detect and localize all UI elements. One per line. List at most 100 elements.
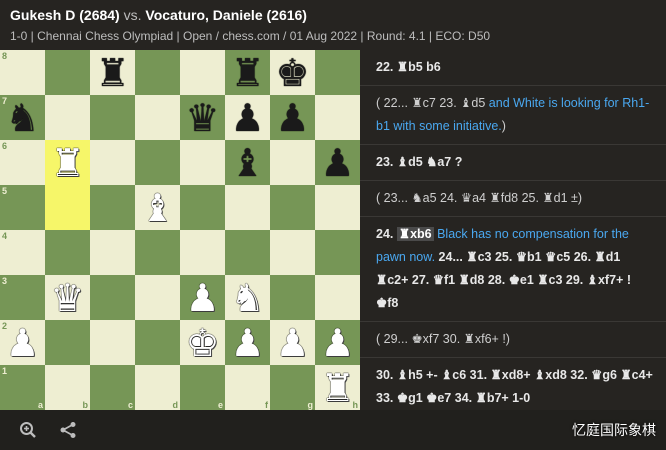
move-text[interactable]: e1 [520,273,537,287]
square-c2[interactable] [90,320,135,365]
square-d2[interactable] [135,320,180,365]
square-c4[interactable] [90,230,135,275]
move-text[interactable]: f1 [444,273,459,287]
move-text[interactable]: ♛ [545,250,556,264]
square-c6[interactable] [90,140,135,185]
move-text[interactable]: ♝ [460,96,471,110]
move-text[interactable]: ♚ [397,391,408,405]
square-f8[interactable]: ♜ [225,50,270,95]
move-text[interactable]: c5 26. [556,250,594,264]
square-e3[interactable]: ♟ [180,275,225,320]
move-text[interactable]: ♝ [534,368,545,382]
black-rook-icon[interactable]: ♜ [95,54,129,92]
square-g8[interactable]: ♚ [270,50,315,95]
square-b1[interactable]: b [45,365,90,410]
move-text[interactable]: d1 ±) [554,191,582,205]
square-c5[interactable] [90,185,135,230]
square-f3[interactable]: ♞ [225,275,270,320]
black-knight-icon[interactable]: ♞ [5,99,39,137]
move-text[interactable]: a7 ? [437,155,462,169]
square-a4[interactable]: 4 [0,230,45,275]
black-pawn-icon[interactable]: ♟ [230,99,264,137]
move-text[interactable]: ♚ [376,296,387,310]
square-e4[interactable] [180,230,225,275]
move-text[interactable]: ♚ [411,332,422,346]
move-text[interactable]: ♜ [466,250,477,264]
square-a8[interactable]: 8 [0,50,45,95]
move-text[interactable]: d1 [606,250,621,264]
main-line-move[interactable]: 22. ♜b5 b6 [360,50,666,86]
white-pawn-icon[interactable]: ♟ [320,324,354,362]
move-text[interactable]: ♜ [464,332,475,346]
move-text[interactable]: d5 [408,155,426,169]
square-d1[interactable]: d [135,365,180,410]
move-text[interactable]: xf7+ ! [598,273,631,287]
black-pawn-icon[interactable]: ♟ [320,144,354,182]
square-e5[interactable] [180,185,225,230]
square-a2[interactable]: 2 ♟ [0,320,45,365]
square-b2[interactable] [45,320,90,365]
move-text[interactable]: a5 24. [423,191,461,205]
current-move[interactable]: ♜xb6 [396,227,434,241]
move-text[interactable]: 24. [376,227,397,241]
square-a5[interactable]: 5 [0,185,45,230]
white-pawn-icon[interactable]: ♟ [230,324,264,362]
move-text[interactable]: ♞ [411,191,422,205]
square-d6[interactable] [135,140,180,185]
main-line-move[interactable]: 30. ♝h5 +- ♝c6 31. ♜xd8+ ♝xd8 32. ♛g6 ♜c… [360,358,666,410]
move-text[interactable]: 24... [435,250,466,264]
move-text[interactable]: ♜ [542,191,553,205]
move-text[interactable]: e7 34. [437,391,475,405]
square-g1[interactable]: g [270,365,315,410]
move-list-panel[interactable]: 22. ♜b5 b6( 22... ♜c7 23. ♝d5 and White … [360,50,666,410]
square-d8[interactable] [135,50,180,95]
move-text[interactable]: ♜ [459,273,470,287]
move-text[interactable]: ) [502,119,506,133]
move-text[interactable]: ♝ [587,273,598,287]
move-text[interactable]: xd8 32. [545,368,591,382]
black-bishop-icon[interactable]: ♝ [230,144,264,182]
square-a6[interactable]: 6 [0,140,45,185]
white-pawn-icon[interactable]: ♟ [185,279,219,317]
square-b4[interactable] [45,230,90,275]
move-text[interactable]: g1 [408,391,426,405]
move-text[interactable]: xf6+ !) [475,332,510,346]
move-text[interactable]: ♚ [426,391,437,405]
move-text[interactable]: ♛ [516,250,527,264]
variation-line[interactable]: ( 22... ♜c7 23. ♝d5 and White is looking… [360,86,666,145]
black-queen-icon[interactable]: ♛ [185,99,219,137]
white-pawn-icon[interactable]: ♟ [5,324,39,362]
move-text[interactable]: d8 28. [470,273,509,287]
square-c1[interactable]: c [90,365,135,410]
move-text[interactable]: ♛ [433,273,444,287]
chess-board[interactable]: 8 ♜ ♜ ♚ 7 ♞ ♛ ♟ ♟ 6 ♜ ♝ ♟ 5 ♝ 4 3 ♛ ♟ ♞ 2 ♟ ♚ ♟ ♟ ♟ 1 a b c d e f g h ♜ [0,50,360,410]
move-text[interactable]: ♜ [537,273,548,287]
square-e8[interactable] [180,50,225,95]
white-rook-icon[interactable]: ♜ [320,369,354,407]
move-text[interactable]: b7+ 1-0 [487,391,530,405]
square-d4[interactable] [135,230,180,275]
square-f7[interactable]: ♟ [225,95,270,140]
square-h6[interactable]: ♟ [315,140,360,185]
square-g6[interactable] [270,140,315,185]
move-text[interactable]: ♜ [620,368,631,382]
square-g7[interactable]: ♟ [270,95,315,140]
move-text[interactable]: 23. [376,155,397,169]
main-line-move[interactable]: 24. ♜xb6 Black has no compensation for t… [360,217,666,322]
square-a1[interactable]: 1a [0,365,45,410]
move-text[interactable]: xf7 30. [423,332,464,346]
move-text[interactable]: ♜ [476,391,487,405]
move-text[interactable]: c6 31. [452,368,490,382]
square-h3[interactable] [315,275,360,320]
move-text[interactable]: b5 b6 [408,60,441,74]
square-d5[interactable]: ♝ [135,185,180,230]
square-d7[interactable] [135,95,180,140]
square-e6[interactable] [180,140,225,185]
square-h1[interactable]: h ♜ [315,365,360,410]
square-f2[interactable]: ♟ [225,320,270,365]
move-text[interactable]: ♞ [426,155,437,169]
white-bishop-icon[interactable]: ♝ [140,189,174,227]
share-icon[interactable] [58,420,78,440]
move-text[interactable]: ♚ [509,273,520,287]
square-b8[interactable] [45,50,90,95]
